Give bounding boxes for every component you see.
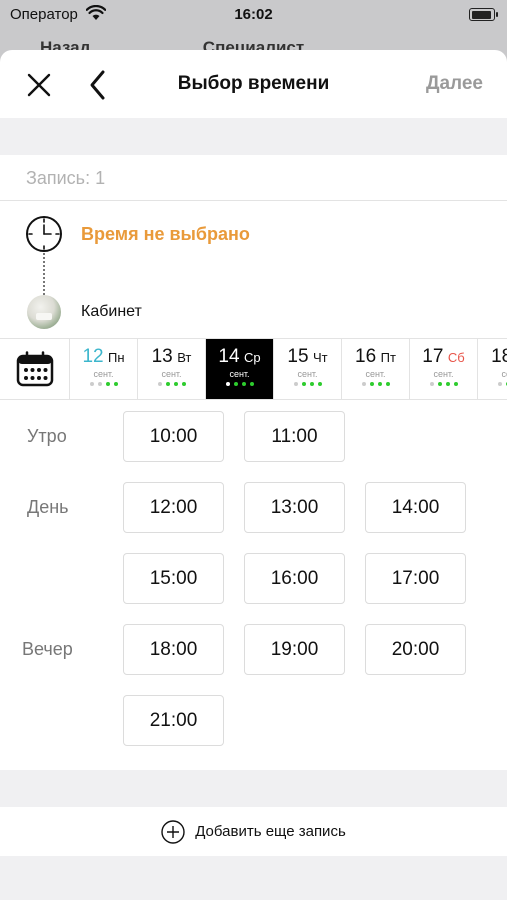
time-slot-button[interactable]: 13:00 — [244, 482, 345, 533]
availability-dots — [478, 382, 507, 388]
add-record-label: Добавить еще запись — [195, 823, 346, 840]
plus-circle-icon — [161, 819, 185, 844]
time-slot-button[interactable]: 10:00 — [123, 411, 224, 462]
day-month: сент. — [433, 369, 454, 379]
availability-dot — [317, 382, 322, 386]
time-slot-button[interactable]: 14:00 — [365, 482, 466, 533]
day-selector: 12 Пн сент. 13 Вт сент. 14 Ср сент. 15 Чт сент.… — [0, 338, 507, 400]
availability-dot — [385, 382, 390, 386]
availability-dot — [105, 382, 110, 386]
day-number: 15 — [287, 346, 309, 367]
availability-dot — [369, 382, 374, 386]
day-month: сент. — [161, 369, 182, 379]
timeline-connector — [43, 253, 45, 295]
cabinet-label: Кабинет — [81, 303, 142, 320]
bottom-area — [0, 856, 507, 900]
day-number: 16 — [355, 346, 377, 367]
time-slots-grid: Утро 10:00 11:00 День 12:00 13:00 14:00 15:00 16… — [0, 400, 507, 770]
day-13[interactable]: 13 Вт сент. — [138, 339, 206, 399]
cabinet-avatar — [27, 295, 61, 329]
time-slot-button[interactable]: 16:00 — [244, 553, 345, 604]
add-record-button[interactable]: Добавить еще запись — [0, 807, 507, 856]
availability-dot — [113, 382, 118, 386]
calendar-icon — [16, 351, 53, 387]
time-slot-button[interactable]: 15:00 — [123, 553, 224, 604]
section-separator — [0, 770, 507, 807]
day-month: сент. — [93, 369, 114, 379]
availability-dot — [181, 382, 186, 386]
time-selection-sheet: Выбор времени Далее Запись: 1 Время не в… — [0, 50, 507, 900]
calendar-button[interactable] — [0, 339, 70, 399]
availability-dots — [206, 382, 273, 388]
navigation-bar: Выбор времени Далее — [0, 50, 507, 118]
time-slot-button[interactable]: 11:00 — [244, 411, 345, 462]
availability-dot — [377, 382, 382, 386]
availability-dot — [445, 382, 450, 386]
availability-dots — [70, 382, 137, 388]
period-label: Утро — [27, 426, 67, 446]
availability-dot — [225, 382, 230, 386]
day-14[interactable]: 14 Ср сент. — [206, 339, 274, 399]
availability-dot — [241, 382, 246, 386]
availability-dots — [342, 382, 409, 388]
day-weekday: Вт — [177, 350, 192, 365]
availability-dot — [309, 382, 314, 386]
clock-time: 16:02 — [234, 6, 273, 23]
next-button[interactable]: Далее — [426, 73, 483, 95]
availability-dots — [138, 382, 205, 388]
availability-dot — [429, 382, 434, 386]
day-month: сент. — [365, 369, 386, 379]
availability-dots — [274, 382, 341, 388]
availability-dot — [497, 382, 502, 386]
availability-dot — [89, 382, 94, 386]
availability-dot — [249, 382, 254, 386]
availability-dot — [157, 382, 162, 386]
availability-dot — [453, 382, 458, 386]
availability-dots — [410, 382, 477, 388]
day-month: сент. — [297, 369, 318, 379]
day-weekday: Сб — [447, 350, 465, 365]
time-slot-button[interactable]: 12:00 — [123, 482, 224, 533]
time-slot-button[interactable]: 21:00 — [123, 695, 224, 746]
day-month: сент. — [229, 369, 250, 379]
section-separator — [0, 118, 507, 155]
day-number: 12 — [82, 346, 104, 367]
day-12[interactable]: 12 Пн сент. — [70, 339, 138, 399]
day-18[interactable]: 18 Вссент. — [478, 339, 507, 399]
availability-dot — [293, 382, 298, 386]
day-number: 18 — [491, 346, 507, 367]
day-number: 17 — [422, 346, 444, 367]
day-15[interactable]: 15 Чт сент. — [274, 339, 342, 399]
day-16[interactable]: 16 Пт сент. — [342, 339, 410, 399]
clock-icon — [26, 216, 62, 252]
availability-dot — [165, 382, 170, 386]
time-slot-button[interactable]: 17:00 — [365, 553, 466, 604]
day-number: 14 — [218, 346, 240, 367]
day-weekday: Ср — [243, 350, 261, 365]
appointment-summary: Время не выбрано Кабинет — [0, 201, 507, 338]
availability-dot — [437, 382, 442, 386]
day-weekday: Пт — [380, 350, 396, 365]
availability-dot — [233, 382, 238, 386]
record-label: Запись: 1 — [0, 155, 507, 201]
day-month: сент. — [501, 369, 507, 379]
day-weekday: Чт — [312, 350, 328, 365]
status-bar: Оператор 16:02 — [0, 0, 507, 30]
period-label: День — [27, 497, 69, 517]
availability-dot — [97, 382, 102, 386]
battery-icon — [469, 8, 498, 21]
time-slot-button[interactable]: 19:00 — [244, 624, 345, 675]
availability-dot — [173, 382, 178, 386]
day-number: 13 — [151, 346, 173, 367]
time-slot-button[interactable]: 18:00 — [123, 624, 224, 675]
availability-dot — [301, 382, 306, 386]
availability-dot — [361, 382, 366, 386]
period-label: Вечер — [22, 639, 73, 659]
day-17[interactable]: 17 Сб сент. — [410, 339, 478, 399]
time-slot-button[interactable]: 20:00 — [365, 624, 466, 675]
time-status: Время не выбрано — [81, 224, 250, 244]
day-weekday: Пн — [108, 350, 125, 365]
